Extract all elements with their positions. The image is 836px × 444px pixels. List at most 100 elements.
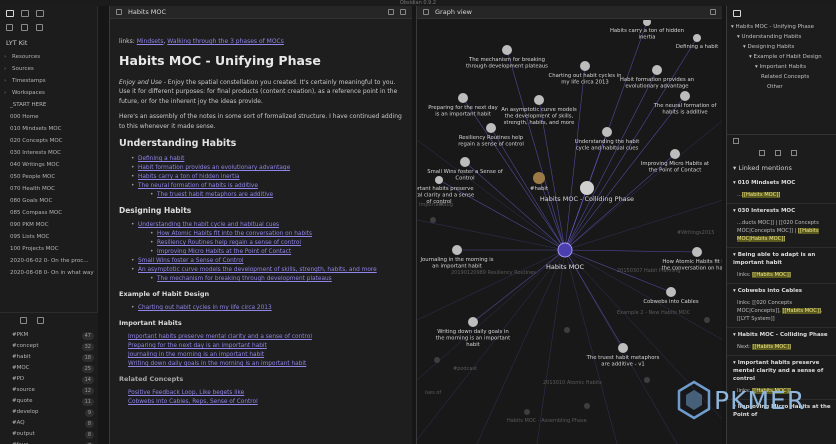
linked-mention-file[interactable]: ▾ 010 Mindsets MOC	[727, 176, 836, 189]
linked-mention-snippet[interactable]: ...ducts MOC]] | [[020 Concepts MOC|Conc…	[727, 217, 836, 248]
internal-link-text[interactable]: Journaling in the morning is an importan…	[128, 352, 264, 358]
file-tree-item[interactable]: 000 Home	[0, 111, 97, 123]
edit-toggle-icon[interactable]	[388, 9, 394, 15]
outline-item[interactable]: ▾ Designing Habits	[731, 42, 832, 52]
file-tree-item[interactable]: › Timestamps	[0, 75, 97, 87]
internal-link[interactable]: Preparing for the next day is an importa…	[119, 342, 403, 351]
internal-link[interactable]: Writing down daily goals in the morning …	[119, 360, 403, 369]
file-tree-item[interactable]: 090 PKM MOC	[0, 219, 97, 231]
editor-tab-title[interactable]: Habits MOC	[128, 8, 382, 16]
graph-more-icon[interactable]	[710, 9, 716, 15]
internal-link[interactable]: Improving Micro Habits at the Point of C…	[157, 249, 291, 255]
graph-tab-title[interactable]: Graph view	[435, 8, 704, 16]
file-tree-item[interactable]: 020 Concepts MOC	[0, 135, 97, 147]
internal-link-text[interactable]: Preparing for the next day is an importa…	[128, 343, 267, 349]
sort-icon[interactable]	[36, 24, 43, 31]
internal-link-text[interactable]: Cobwebs into Cables, Reps, Sense of Cont…	[128, 399, 258, 405]
internal-link[interactable]: Cobwebs into Cables, Reps, Sense of Cont…	[119, 398, 403, 407]
internal-link[interactable]: Habits carry a ton of hidden inertia	[138, 174, 240, 180]
tag-sort-icon[interactable]	[20, 317, 27, 324]
tag-item[interactable]: #PD 14	[0, 374, 98, 385]
internal-link[interactable]: An asymptotic curve models the developme…	[138, 267, 377, 273]
linked-mention-file[interactable]: ▾ 030 Interests MOC	[727, 204, 836, 217]
internal-link[interactable]: Resiliency Routines help regain a sense …	[157, 240, 301, 246]
tag-item[interactable]: #quote 11	[0, 396, 98, 407]
file-tree-item[interactable]: 085 Compass MOC	[0, 207, 97, 219]
internal-link[interactable]: Positive Feedback Loop, Like begets like	[119, 389, 403, 398]
file-tree-item[interactable]: › Sources	[0, 63, 97, 75]
graph-node[interactable]	[533, 172, 545, 184]
tag-item[interactable]: #concept 32	[0, 341, 98, 352]
linked-mention-snippet[interactable]: links: [[020 Concepts MOC|Concepts]], [[…	[727, 297, 836, 328]
file-tree-item[interactable]: _START HERE	[0, 99, 97, 111]
file-tree-item[interactable]: › Resources	[0, 51, 97, 63]
file-tree-item[interactable]: 030 Interests MOC	[0, 147, 97, 159]
outline-item[interactable]: ▾ Habits MOC - Unifying Phase	[731, 22, 832, 32]
collapse-results-icon[interactable]	[759, 150, 765, 156]
backlinks-tab-icon[interactable]	[733, 138, 739, 144]
graph-node[interactable]	[452, 245, 462, 255]
graph-node[interactable]	[618, 343, 628, 353]
internal-link[interactable]: How Atomic Habits fit into the conversat…	[157, 231, 312, 237]
internal-link-text[interactable]: Positive Feedback Loop, Like begets like	[128, 390, 244, 396]
tag-item[interactable]: #habit 18	[0, 352, 98, 363]
tag-item[interactable]: #output 8	[0, 429, 98, 440]
internal-link[interactable]: Defining a habit	[138, 156, 184, 162]
graph-node[interactable]	[670, 149, 680, 159]
graph-node[interactable]	[692, 247, 702, 257]
file-tree-item[interactable]: 010 Mindsets MOC	[0, 123, 97, 135]
files-tab-icon[interactable]	[6, 10, 14, 17]
outline-item[interactable]: ▾ Example of Habit Design	[731, 52, 832, 62]
tag-item[interactable]: #fave7	[0, 440, 98, 444]
graph-node[interactable]	[502, 45, 512, 55]
tag-collapse-icon[interactable]	[37, 317, 44, 324]
internal-link-text[interactable]: Writing down daily goals in the morning …	[128, 361, 306, 367]
new-note-icon[interactable]	[6, 24, 13, 31]
internal-link[interactable]: The neural formation of habits is additi…	[138, 183, 258, 189]
internal-link[interactable]: Small Wins foster a Sense of Control	[138, 258, 244, 264]
graph-node[interactable]	[643, 20, 651, 26]
starred-tab-icon[interactable]	[36, 10, 44, 17]
file-tree-item[interactable]: 050 People MOC	[0, 171, 97, 183]
file-tree-item[interactable]: 095 Lists MOC	[0, 231, 97, 243]
linked-mention-snippet[interactable]: ...[[Habits MOC]]	[727, 189, 836, 204]
graph-node[interactable]	[666, 287, 676, 297]
more-options-icon[interactable]	[400, 9, 406, 15]
tag-item[interactable]: #source 12	[0, 385, 98, 396]
outline-item[interactable]: Other	[731, 82, 832, 92]
internal-link[interactable]: Journaling in the morning is an importan…	[119, 351, 403, 360]
graph-node[interactable]	[680, 91, 690, 101]
new-folder-icon[interactable]	[21, 24, 28, 31]
graph-node[interactable]	[602, 127, 612, 137]
graph-back-icon[interactable]	[423, 9, 429, 15]
graph-node[interactable]	[580, 181, 594, 195]
internal-link-text[interactable]: Important habits preserve mental clarity…	[128, 334, 312, 340]
graph-node[interactable]	[693, 34, 701, 42]
graph-node[interactable]	[468, 317, 478, 327]
outline-item[interactable]: ▾ Important Habits	[731, 62, 832, 72]
tag-item[interactable]: #develop 9	[0, 407, 98, 418]
file-tree-item[interactable]: 2020-06-02 0- On the proc...	[0, 255, 97, 267]
graph-node-current[interactable]	[557, 242, 573, 258]
graph-node[interactable]	[435, 176, 443, 184]
internal-link[interactable]: Habit formation provides an evolutionary…	[138, 165, 290, 171]
back-nav-icon[interactable]	[116, 9, 122, 15]
linked-mention-snippet[interactable]: Next: [[Habits MOC]]	[727, 341, 836, 356]
tag-item[interactable]: #MOC 25	[0, 363, 98, 374]
graph-node[interactable]	[580, 61, 590, 71]
graph-node[interactable]	[460, 157, 470, 167]
file-tree-item[interactable]: 040 Writings MOC	[0, 159, 97, 171]
linked-mentions-header[interactable]: ▾ Linked mentions	[727, 160, 836, 176]
graph-node[interactable]	[534, 95, 544, 105]
file-tree-item[interactable]: › Workspaces	[0, 87, 97, 99]
link-walking-through[interactable]: Walking through the 3 phases of MOCs	[167, 38, 284, 45]
outline-item[interactable]: ▾ Understanding Habits	[731, 32, 832, 42]
internal-link[interactable]: The truest habit metaphors are additive	[157, 192, 273, 198]
file-tree-item[interactable]: 100 Projects MOC	[0, 243, 97, 255]
graph-node[interactable]	[486, 123, 496, 133]
search-tab-icon[interactable]	[21, 10, 29, 17]
outline-tab-icon[interactable]	[733, 10, 741, 17]
file-tree-item[interactable]: 2020-08-08 0- On in what way	[0, 267, 97, 279]
internal-link[interactable]: Charting out habit cycles in my life cir…	[138, 305, 272, 311]
file-tree-item[interactable]: 070 Health MOC	[0, 183, 97, 195]
